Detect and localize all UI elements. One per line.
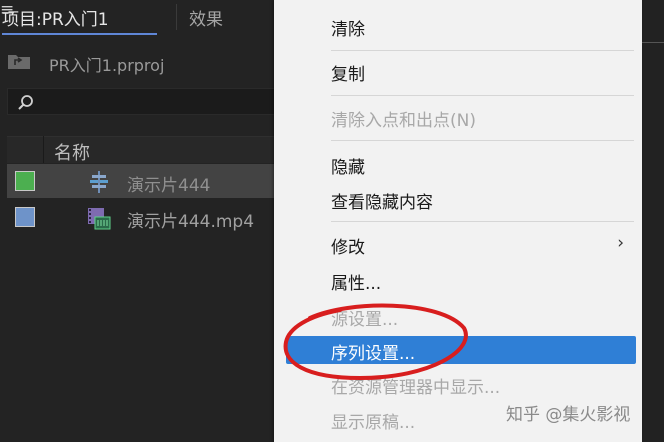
project-item-clip[interactable]: 演示片444.mp4 [7,202,278,236]
menu-item-view-hidden[interactable]: 查看隐藏内容 [274,185,642,213]
search-field[interactable] [7,88,278,115]
menu-item-label: 属性... [331,274,382,294]
menu-item-label: 隐藏 [331,158,365,178]
item-name: 演示片444.mp4 [127,212,255,232]
menu-item-modify[interactable]: 修改 › [274,230,642,258]
project-panel: 项目:PR入门1 ≡ 效果 PR入门1.prproj 名称 演示片444 演示片… [0,0,278,442]
menu-separator [331,140,634,141]
item-name: 演示片444 [127,176,211,196]
annotation-ellipse [283,303,468,381]
project-path-row: PR入门1.prproj [0,44,278,80]
menu-separator [331,95,634,96]
label-color-swatch[interactable] [15,207,35,227]
menu-item-hide[interactable]: 隐藏 [274,150,642,178]
menu-item-duplicate[interactable]: 复制 [274,57,642,85]
project-item-sequence[interactable]: 演示片444 [7,164,278,198]
menu-item-label: 清除 [331,20,365,40]
menu-separator [331,50,634,51]
menu-item-label: 清除入点和出点(N) [331,111,476,131]
submenu-arrow-icon: › [617,233,624,253]
tab-project[interactable]: 项目:PR入门1 [2,5,109,30]
project-file-name: PR入门1.prproj [49,56,165,75]
menu-item-label: 显示原稿... [331,413,416,433]
menu-item-clear[interactable]: 清除 [274,12,642,40]
menu-item-clear-in-out: 清除入点和出点(N) [274,103,642,131]
label-color-swatch[interactable] [15,171,35,191]
active-tab-indicator [2,33,157,35]
watermark: 知乎 @集火影视 [506,405,631,425]
column-header-name[interactable]: 名称 [54,139,90,165]
label-column-divider[interactable] [43,136,44,163]
tab-effects[interactable]: 效果 [189,5,223,30]
menu-item-label: 复制 [331,65,365,85]
video-clip-icon [88,208,111,230]
search-icon [18,95,33,110]
menu-item-label: 修改 [331,238,365,258]
menu-separator [331,221,634,222]
menu-item-properties[interactable]: 属性... [274,266,642,294]
sequence-icon [90,171,108,193]
folder-up-icon[interactable] [7,52,31,70]
panel-tab-bar: 项目:PR入门1 ≡ 效果 [0,0,278,35]
list-header: 名称 [7,136,278,165]
tab-divider [176,4,177,30]
menu-item-label: 查看隐藏内容 [331,193,433,213]
